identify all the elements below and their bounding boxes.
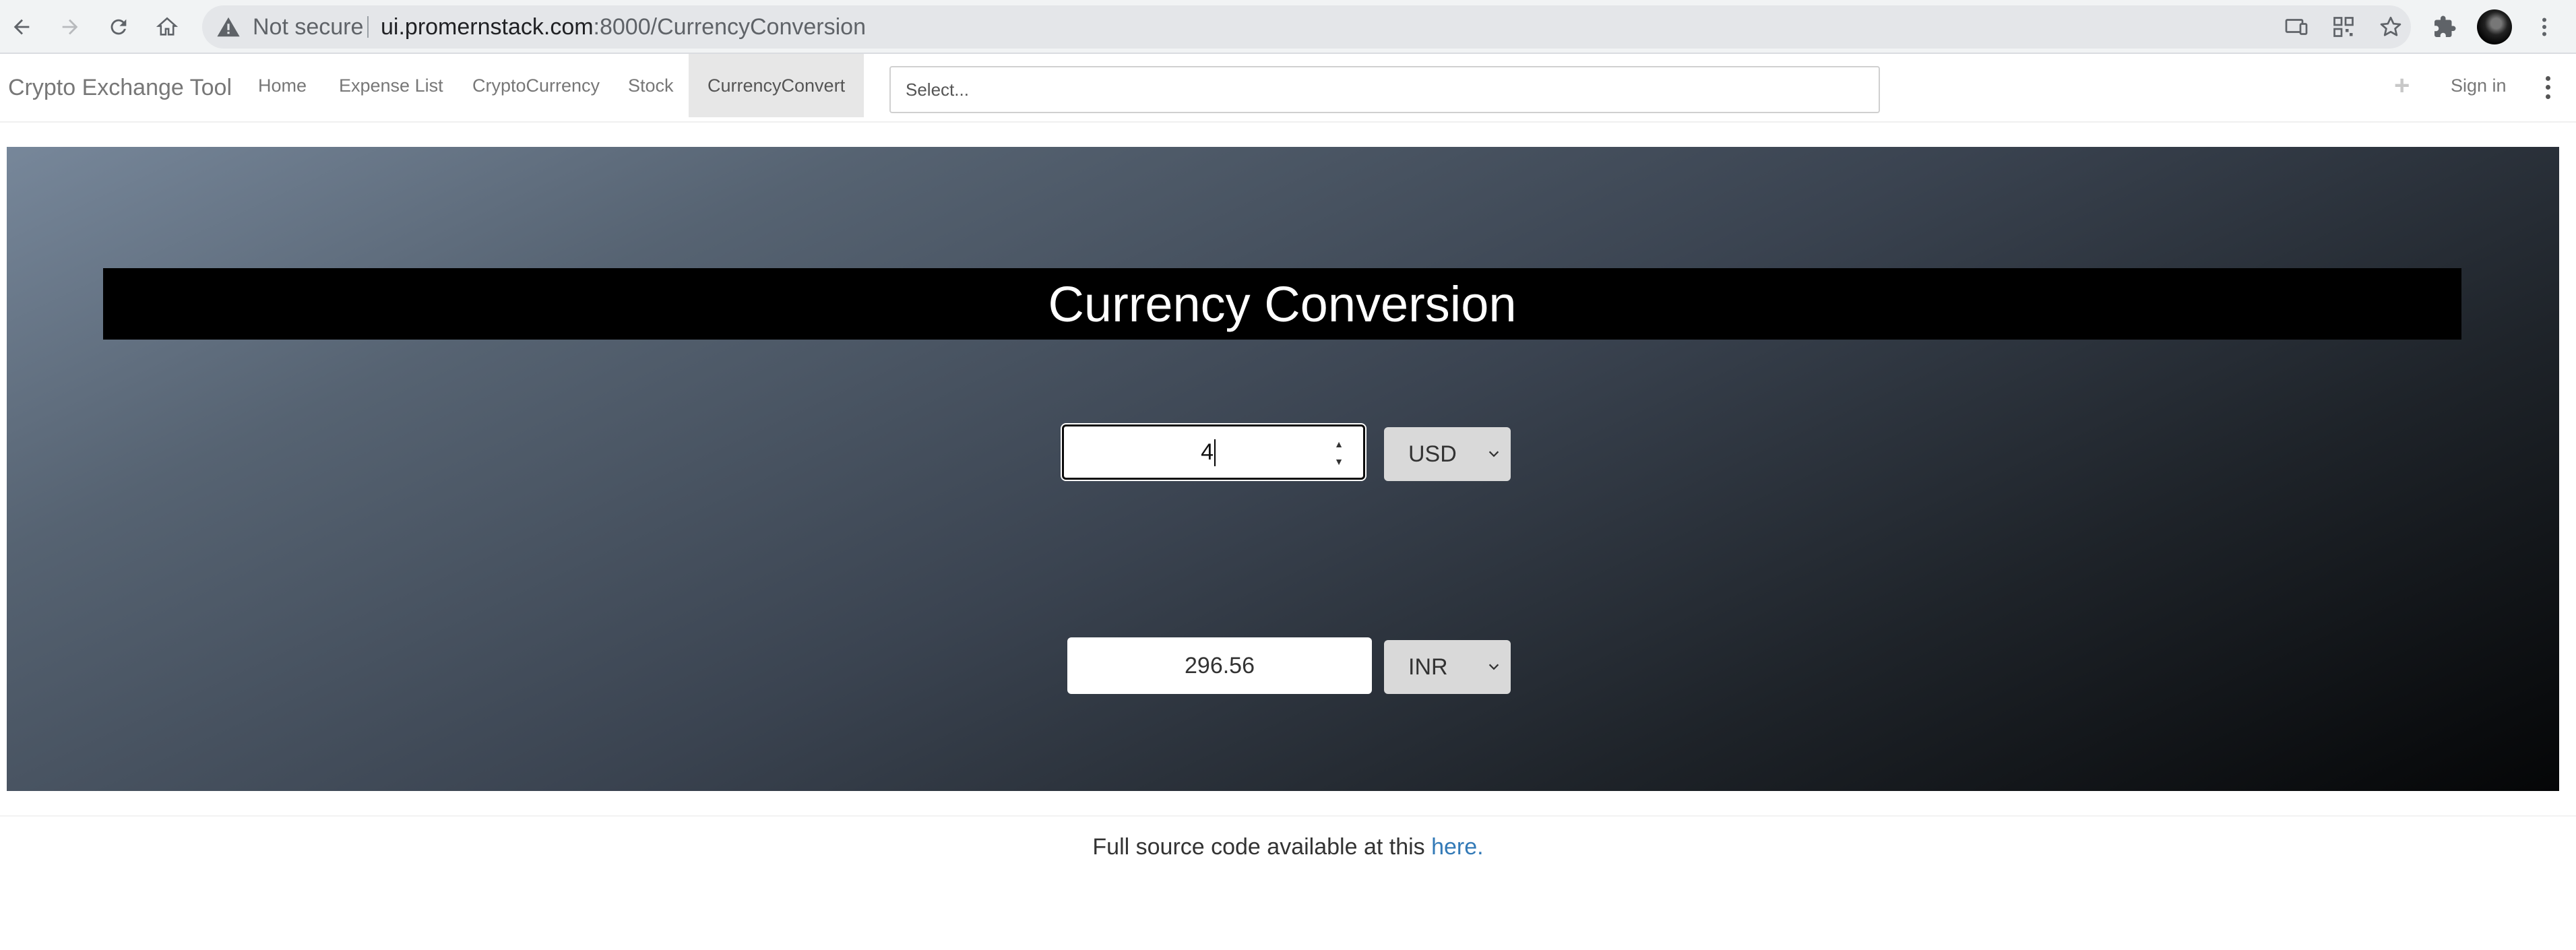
divider bbox=[367, 16, 369, 38]
warning-icon[interactable] bbox=[216, 14, 241, 40]
kebab-menu-icon[interactable] bbox=[2528, 11, 2561, 43]
browser-toolbar: Not secure ui.promernstack.com:8000/Curr… bbox=[0, 0, 2576, 54]
address-bar[interactable]: Not secure ui.promernstack.com:8000/Curr… bbox=[202, 5, 2411, 49]
extensions-icon[interactable] bbox=[2428, 11, 2461, 43]
nav-link-expense-list[interactable]: Expense List bbox=[320, 54, 462, 117]
converter-panel: Currency Conversion 4 ▲ ▼ USD 296.56 INR bbox=[7, 147, 2559, 791]
to-currency-value: INR bbox=[1408, 654, 1448, 680]
sign-in-link[interactable]: Sign in bbox=[2451, 54, 2507, 117]
nav-link-home[interactable]: Home bbox=[239, 54, 325, 117]
from-currency-value: USD bbox=[1408, 441, 1457, 467]
nav-link-stock[interactable]: Stock bbox=[609, 54, 693, 117]
footer: Full source code available at this here. bbox=[0, 834, 2576, 860]
plus-button[interactable]: + bbox=[2394, 54, 2410, 117]
qr-code-icon[interactable] bbox=[2331, 15, 2356, 39]
nav-link-cryptocurrency[interactable]: CryptoCurrency bbox=[453, 54, 619, 117]
nav-link-currencyconvert[interactable]: CurrencyConvert bbox=[689, 54, 865, 117]
chevron-down-icon bbox=[1488, 451, 1499, 457]
security-label[interactable]: Not secure bbox=[253, 5, 363, 49]
page-title: Currency Conversion bbox=[1048, 276, 1517, 332]
app-navbar: Crypto Exchange Tool Home Expense List C… bbox=[0, 54, 2576, 123]
source-code-link[interactable]: here. bbox=[1431, 834, 1484, 860]
reload-icon[interactable] bbox=[101, 9, 136, 44]
chevron-down-icon bbox=[1488, 664, 1499, 670]
url-host: ui.promernstack.com bbox=[381, 14, 594, 40]
brand-title[interactable]: Crypto Exchange Tool bbox=[8, 54, 232, 121]
avatar[interactable] bbox=[2477, 9, 2512, 44]
amount-spinner[interactable]: ▲ ▼ bbox=[1332, 439, 1346, 467]
cast-icon[interactable] bbox=[2284, 15, 2308, 39]
to-currency-select[interactable]: INR bbox=[1384, 640, 1511, 694]
amount-input[interactable]: 4 ▲ ▼ bbox=[1062, 424, 1365, 480]
back-arrow-icon[interactable] bbox=[4, 9, 39, 44]
amount-value: 4 bbox=[1201, 439, 1214, 465]
from-currency-select[interactable]: USD bbox=[1384, 427, 1511, 481]
result-value: 296.56 bbox=[1185, 653, 1255, 678]
search-select-placeholder: Select... bbox=[906, 80, 969, 100]
result-output[interactable]: 296.56 bbox=[1067, 637, 1372, 694]
forward-arrow-icon[interactable] bbox=[53, 9, 88, 44]
search-select[interactable]: Select... bbox=[889, 66, 1880, 113]
star-icon[interactable] bbox=[2379, 15, 2403, 39]
text-caret bbox=[1214, 439, 1216, 466]
footer-divider bbox=[0, 815, 2576, 817]
footer-text: Full source code available at this bbox=[1092, 834, 1425, 860]
app-menu-icon[interactable] bbox=[2538, 74, 2558, 101]
title-banner: Currency Conversion bbox=[103, 268, 2461, 340]
url-text[interactable]: ui.promernstack.com:8000/CurrencyConvers… bbox=[381, 5, 866, 49]
url-path: :8000/CurrencyConversion bbox=[593, 14, 866, 40]
home-icon[interactable] bbox=[150, 9, 185, 44]
spin-up-icon[interactable]: ▲ bbox=[1334, 439, 1344, 449]
spin-down-icon[interactable]: ▼ bbox=[1334, 456, 1344, 467]
